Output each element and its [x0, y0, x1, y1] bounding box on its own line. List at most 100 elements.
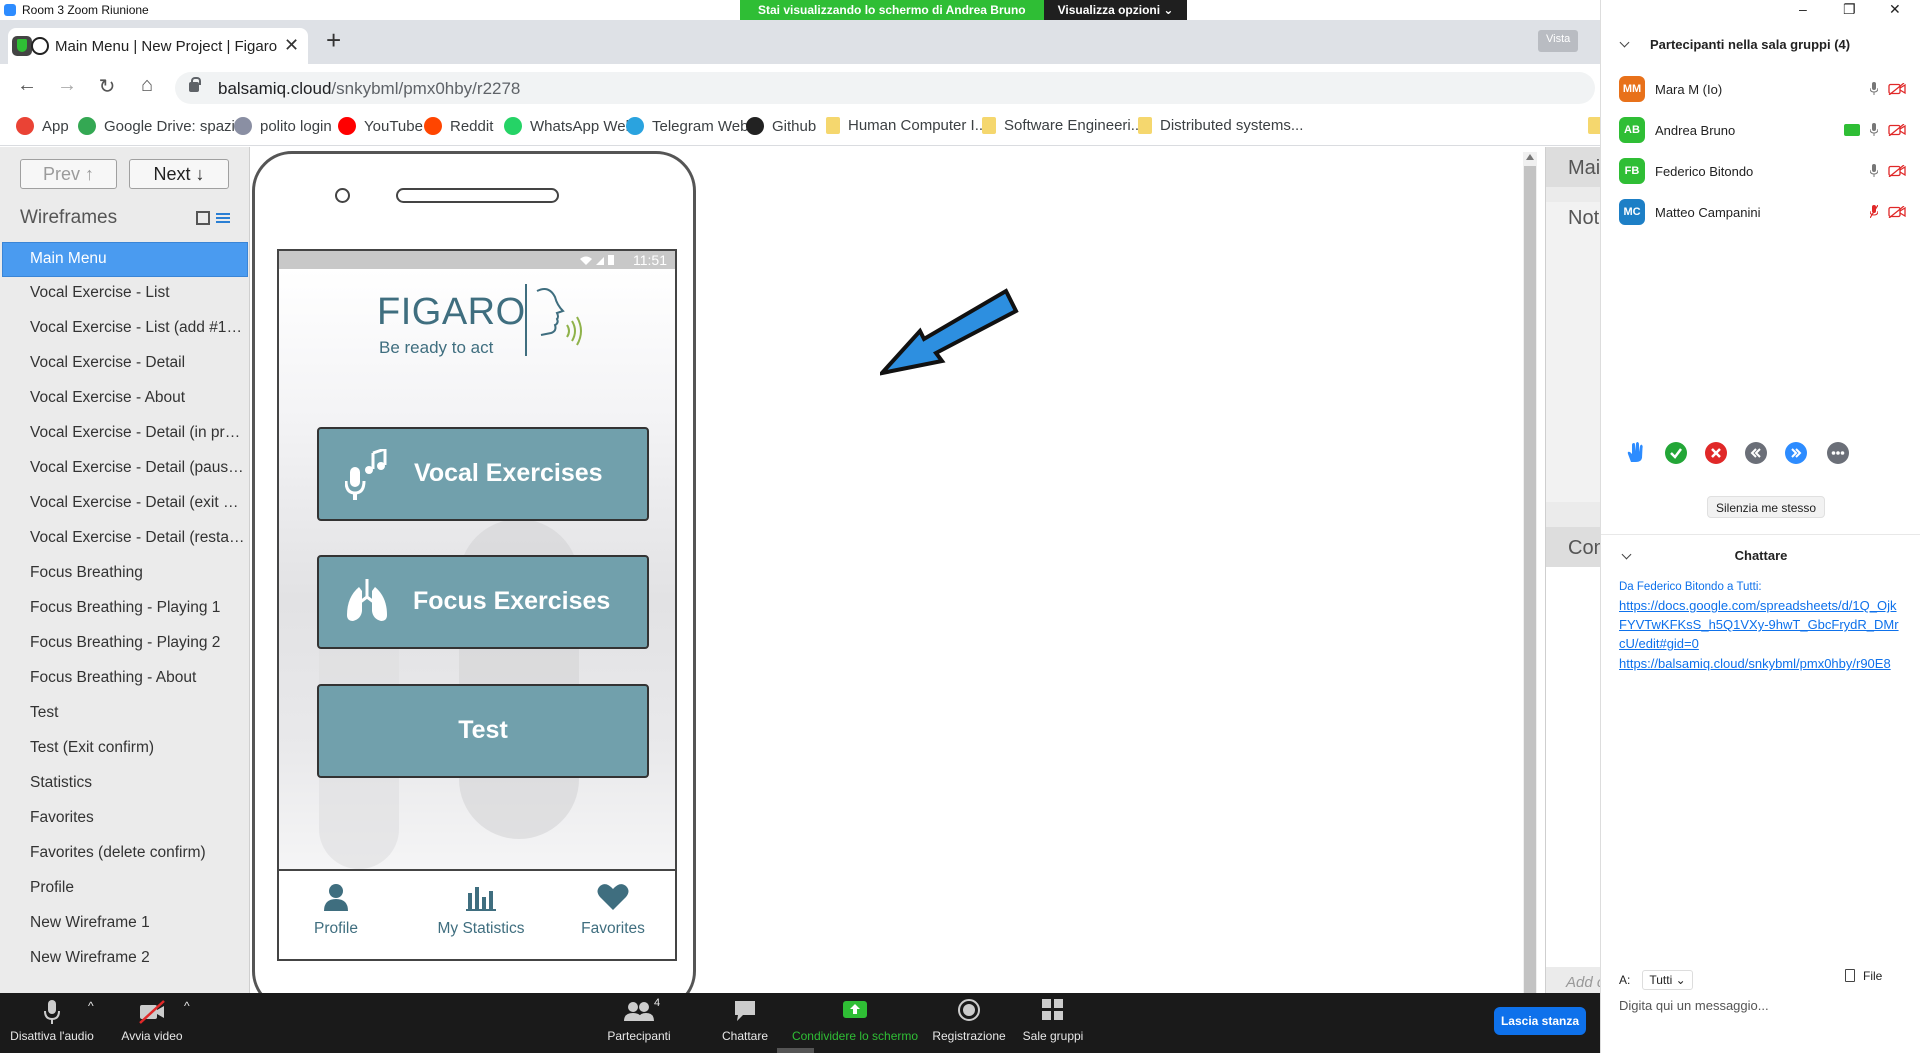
recipient-dropdown[interactable]: Tutti ⌄ [1642, 970, 1693, 990]
bookmark-item[interactable]: Google Drive: spazi... [78, 117, 247, 135]
wireframe-list-item[interactable]: Profile [0, 872, 250, 907]
home-icon[interactable]: ⌂ [134, 74, 160, 97]
reload-icon[interactable]: ↻ [94, 74, 120, 99]
share-screen-button[interactable]: Condividere lo schermo [790, 999, 920, 1043]
breakout-rooms-button[interactable]: Sale gruppi [1022, 999, 1084, 1043]
restore-button[interactable]: ❐ [1843, 1, 1856, 18]
canvas-scrollbar[interactable] [1523, 152, 1537, 993]
new-tab-button[interactable]: + [326, 27, 341, 53]
video-options-caret[interactable]: ^ [184, 999, 190, 1013]
wireframe-list-item[interactable]: Test (Exit confirm) [0, 732, 250, 767]
wireframe-list-item[interactable]: Vocal Exercise - Detail (paused) [0, 452, 250, 487]
add-comment-field[interactable]: Add c [1566, 974, 1604, 991]
logo-brand-text: FIGARO [377, 291, 526, 333]
thumbnail-view-icon[interactable] [196, 211, 210, 225]
forward-arrow-icon[interactable]: → [54, 74, 80, 97]
next-button[interactable]: Next ↓ [129, 159, 229, 189]
wireframe-list-item[interactable]: Vocal Exercise - Detail (in progress) [0, 417, 250, 452]
chat-sender-name[interactable]: Federico Bitondo [1637, 581, 1724, 593]
bookmark-favicon-icon [626, 117, 644, 135]
no-icon[interactable] [1705, 442, 1727, 464]
panel-header-comments[interactable]: Com [1546, 527, 1610, 567]
view-options-button[interactable]: Visualizza opzioni ⌄ [1043, 0, 1188, 20]
more-reactions-icon[interactable] [1827, 442, 1849, 464]
focus-exercises-button[interactable]: Focus Exercises [317, 555, 649, 649]
mute-audio-button[interactable]: Disattiva l'audio [10, 999, 94, 1043]
vocal-exercises-button[interactable]: Vocal Exercises [317, 427, 649, 521]
wireframe-list-item[interactable]: New Wireframe 2 [0, 942, 250, 977]
wireframe-list-item[interactable]: Focus Breathing - About [0, 662, 250, 697]
start-video-button[interactable]: Avvia video [118, 999, 186, 1043]
bookmark-item[interactable]: Software Engineeri... [982, 117, 1143, 134]
prev-button[interactable]: Prev ↑ [20, 159, 117, 189]
wireframe-list-item[interactable]: Vocal Exercise - Detail [0, 347, 250, 382]
bookmark-item[interactable]: Reddit [424, 117, 493, 135]
tab-my-statistics[interactable]: My Statistics [419, 883, 543, 938]
participant-row[interactable]: MM Mara M (Io) [1619, 76, 1909, 104]
participant-row[interactable]: MC Matteo Campanini [1619, 199, 1909, 227]
bookmark-item[interactable]: Telegram Web [626, 117, 748, 135]
bookmark-item[interactable]: YouTube [338, 117, 423, 135]
wireframe-list-item[interactable]: Vocal Exercise - About [0, 382, 250, 417]
wireframe-list-item[interactable]: Focus Breathing - Playing 2 [0, 627, 250, 662]
wireframe-list-item[interactable]: Favorites [0, 802, 250, 837]
wireframe-list-item[interactable]: New Wireframe 1 [0, 907, 250, 942]
wireframe-list-item[interactable]: Vocal Exercise - Detail (exit confirm) [0, 487, 250, 522]
participants-button[interactable]: 4 Partecipanti [606, 997, 672, 1043]
vista-button[interactable]: Vista [1538, 30, 1579, 52]
wireframe-list-item[interactable]: Vocal Exercise - List [0, 277, 250, 312]
address-bar[interactable]: balsamiq.cloud/snkybml/pmx0hby/r2278 [175, 72, 1595, 104]
browser-tab-active[interactable]: Main Menu | New Project | Figaro ✕ [8, 28, 308, 64]
mute-myself-button[interactable]: Silenzia me stesso [1707, 496, 1826, 518]
wireframe-list-item[interactable]: Focus Breathing - Playing 1 [0, 592, 250, 627]
panel-header-main[interactable]: Main [1546, 147, 1611, 187]
chat-message-input[interactable] [1619, 995, 1909, 1015]
audio-options-caret[interactable]: ^ [88, 999, 94, 1013]
screen-root: Room 3 Zoom Riunione Stai visualizzando … [0, 0, 1920, 1053]
leave-room-button[interactable]: Lascia stanza [1494, 1007, 1586, 1035]
bookmark-overflow-folder[interactable] [1588, 117, 1600, 134]
bookmark-item[interactable]: Github [746, 117, 816, 135]
chat-button[interactable]: Chattare [720, 999, 770, 1043]
participant-row[interactable]: FB Federico Bitondo [1619, 158, 1909, 186]
wireframe-list-item[interactable]: Statistics [0, 767, 250, 802]
record-button[interactable]: Registrazione [932, 999, 1006, 1043]
send-file-button[interactable]: File [1845, 969, 1882, 983]
participant-row[interactable]: AB Andrea Bruno [1619, 117, 1909, 145]
wireframe-list-item[interactable]: Vocal Exercise - List (add #1 to favorit… [0, 312, 250, 347]
chat-link-balsamiq[interactable]: https://balsamiq.cloud/snkybml/pmx0hby/r… [1619, 654, 1899, 673]
bookmark-item[interactable]: App [16, 117, 69, 135]
wireframe-list-item[interactable]: Vocal Exercise - Detail (restart confirm… [0, 522, 250, 557]
yes-icon[interactable] [1665, 442, 1687, 464]
wireframe-list-item[interactable]: Focus Breathing [0, 557, 250, 592]
bookmark-item[interactable]: Human Computer I... [826, 117, 987, 134]
folder-icon [1588, 117, 1600, 134]
bookmark-item[interactable]: WhatsApp Web [504, 117, 634, 135]
wireframe-list-item[interactable]: Main Menu [2, 242, 248, 277]
minimize-button[interactable]: – [1799, 1, 1807, 17]
close-window-button[interactable]: ✕ [1889, 1, 1901, 18]
tab-profile[interactable]: Profile [301, 883, 371, 938]
share-banner: Stai visualizzando lo schermo di Andrea … [740, 0, 1188, 20]
bookmark-item[interactable]: Distributed systems... [1138, 117, 1303, 134]
back-arrow-icon[interactable]: ← [14, 74, 40, 97]
wireframe-list-item[interactable]: Favorites (delete confirm) [0, 837, 250, 872]
zoom-meeting-toolbar: Disattiva l'audio ^ Avvia video ^ 4 Part… [0, 993, 1600, 1053]
raise-hand-icon[interactable] [1624, 442, 1646, 464]
mic-icon [1870, 82, 1878, 95]
bookmark-item[interactable]: polito login [234, 117, 332, 135]
tab-favorites[interactable]: Favorites [573, 883, 653, 938]
go-faster-icon[interactable] [1785, 442, 1807, 464]
list-view-icon[interactable] [216, 211, 230, 225]
mic-icon [1870, 164, 1878, 177]
wireframe-list-item[interactable]: Test [0, 697, 250, 732]
participant-name: Matteo Campanini [1655, 205, 1761, 220]
test-button[interactable]: Test [317, 684, 649, 778]
chat-header[interactable]: Chattare [1601, 548, 1920, 563]
tab-close-icon[interactable]: ✕ [284, 35, 299, 56]
breakout-participants-header[interactable]: Partecipanti nella sala gruppi (4) [1619, 37, 1850, 52]
zoom-title-bar: Room 3 Zoom Riunione Stai visualizzando … [0, 0, 1600, 20]
go-slower-icon[interactable] [1745, 442, 1767, 464]
chat-link-spreadsheet[interactable]: https://docs.google.com/spreadsheets/d/1… [1619, 596, 1899, 653]
wireframe-canvas: 11:51 FIGARO Be ready to act Vocal Exerc… [250, 147, 1537, 1011]
